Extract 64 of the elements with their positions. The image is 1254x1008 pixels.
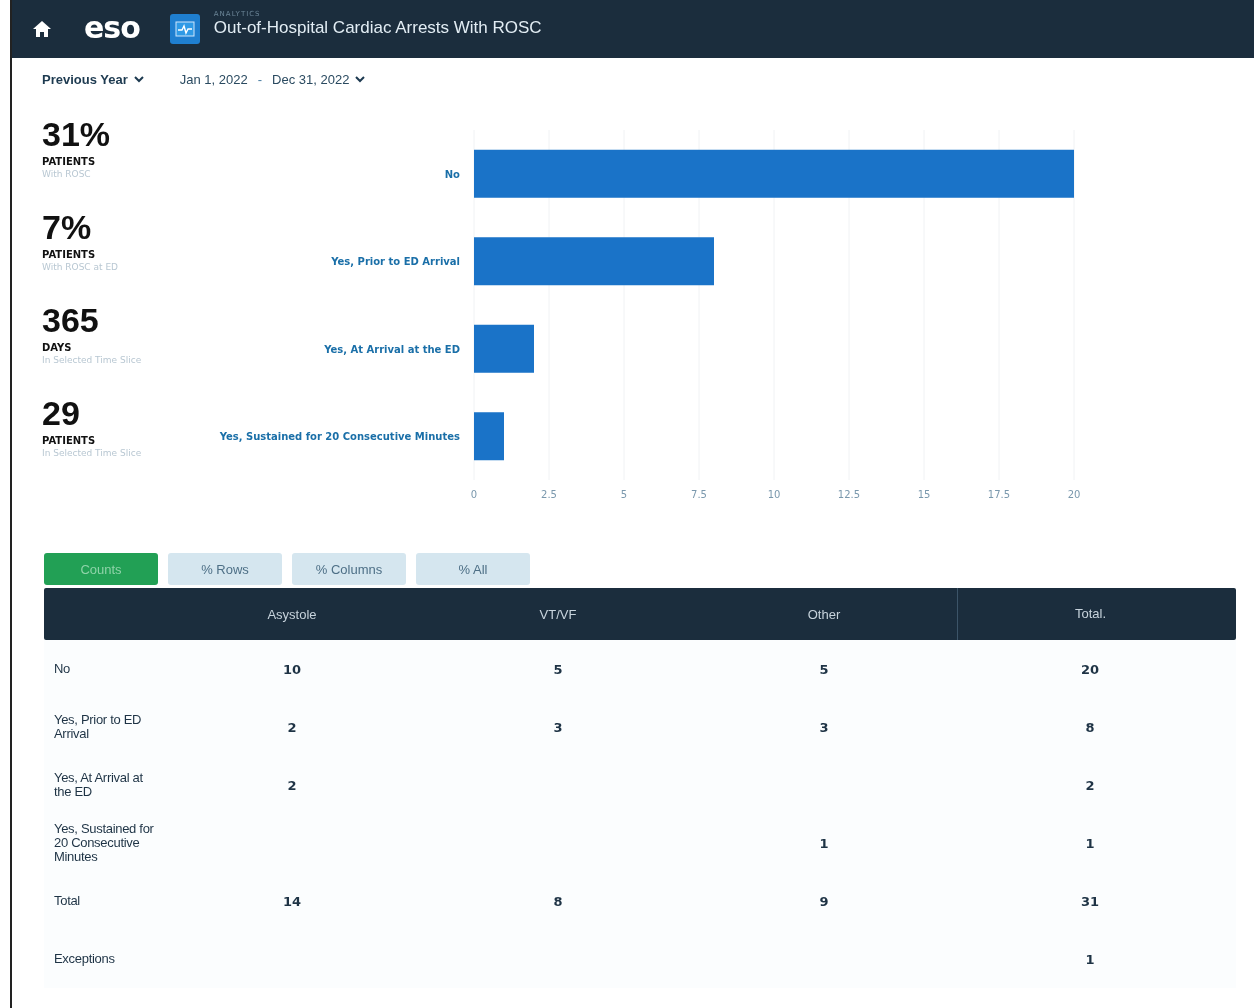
stat-caption: With ROSC at ED: [42, 262, 119, 272]
table-cell-text: 31: [1079, 893, 1101, 909]
bar: [474, 412, 504, 461]
row-label: No: [53, 662, 72, 676]
table-cell-text: 10: [281, 661, 303, 677]
axis-tick-label: 17.5: [987, 489, 1011, 500]
table-cell-text: 5: [552, 661, 564, 677]
bar: [474, 324, 534, 373]
column-header: VT/VF: [538, 606, 578, 622]
stat-unit: PATIENTS: [42, 156, 97, 167]
row-label: Yes, Sustained for 20 Consecutive Minutes: [53, 822, 155, 864]
row-label: Yes, At Arrival at the ED: [53, 771, 144, 799]
table-cell-text: 2: [286, 719, 298, 735]
stat-caption: With ROSC: [42, 169, 92, 179]
page-title: Out-of-Hospital Cardiac Arrests With ROSC: [213, 18, 542, 38]
category-label: Yes, At Arrival at the ED: [324, 343, 460, 355]
stat-value: 365: [42, 302, 100, 338]
table-cell-text: 2: [286, 777, 298, 793]
table-cell-text: 1: [818, 835, 830, 851]
axis-tick-label: 15: [917, 489, 931, 500]
view-tab[interactable]: % Rows: [168, 553, 282, 585]
row-label: Total: [53, 894, 81, 908]
table-cell-text: 1: [1084, 835, 1096, 851]
table-cell-text: 8: [1084, 719, 1096, 735]
stat-value: 7%: [42, 209, 93, 245]
axis-tick-label: 5: [620, 489, 628, 500]
table-cell-text: 5: [818, 661, 830, 677]
category-label: Yes, Prior to ED Arrival: [331, 256, 460, 268]
table-cell-text: 3: [552, 719, 564, 735]
chevron-icon: [133, 75, 144, 83]
stat-value: 29: [42, 395, 81, 431]
stat-unit: DAYS: [42, 342, 73, 353]
row-label: Exceptions: [53, 952, 116, 966]
table-cell-text: 1: [1084, 951, 1096, 967]
view-tab[interactable]: % Columns: [292, 553, 406, 585]
column-header: Asystole: [266, 606, 318, 622]
view-tab[interactable]: % All: [416, 553, 530, 585]
stat-unit: PATIENTS: [42, 249, 97, 260]
chart-icon: [169, 14, 200, 44]
date-range-dropdown[interactable]: Jan 1, 2022 - Dec 31, 2022: [179, 70, 366, 88]
table-cell-text: 2: [1084, 777, 1096, 793]
table-cell-text: 8: [552, 893, 564, 909]
axis-tick-label: 2.5: [541, 489, 557, 500]
stat-value: 31%: [42, 116, 112, 152]
table-cell-text: 3: [818, 719, 830, 735]
category-label: Yes, Sustained for 20 Consecutive Minutes: [219, 431, 460, 443]
period-dropdown[interactable]: Previous Year: [42, 70, 144, 88]
column-header: Other: [806, 606, 842, 622]
axis-tick-label: 7.5: [691, 489, 707, 500]
axis-tick-label: 10: [767, 489, 781, 500]
stat-caption: In Selected Time Slice: [42, 355, 143, 365]
table-cell-text: 9: [818, 893, 830, 909]
axis-tick-label: 12.5: [837, 489, 861, 500]
axis-tick-label: 20: [1067, 489, 1081, 500]
stat-unit: PATIENTS: [42, 435, 97, 446]
stat-caption: In Selected Time Slice: [42, 448, 143, 458]
axis-tick-label: 0: [470, 489, 478, 500]
table-cell-text: 14: [281, 893, 303, 909]
row-label: Yes, Prior to ED Arrival: [53, 713, 143, 741]
chevron-icon: [355, 75, 366, 83]
category-label: No: [444, 168, 460, 180]
home-icon[interactable]: [32, 19, 52, 39]
logo[interactable]: eso: [84, 9, 140, 45]
table-cell-text: 20: [1079, 661, 1101, 677]
